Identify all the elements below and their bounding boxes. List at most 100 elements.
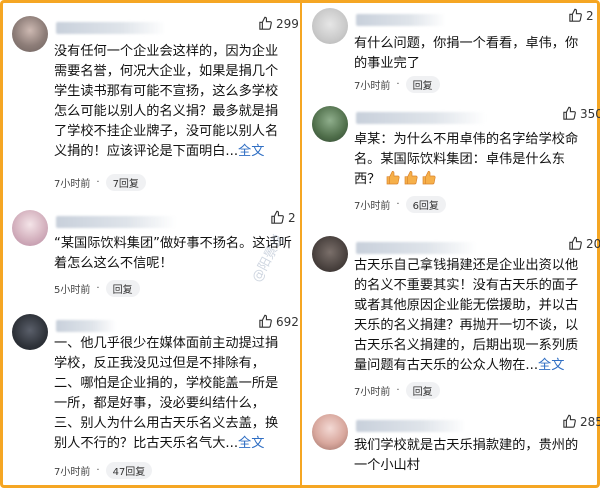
comment-card-1: 299 没有任何一个企业会这样的，因为企业 需要名誉，何况大企业，如果是捐几个 … xyxy=(12,16,299,196)
text-line: 量问题有古天乐的公众人物在... xyxy=(354,358,539,373)
username-blurred[interactable] xyxy=(356,420,466,432)
text-line: 别人不行的？比古天乐名气大... xyxy=(54,436,239,451)
like-button[interactable]: 299 xyxy=(258,16,299,31)
text-line: 了学校不挂企业牌子，没可能以别人名 xyxy=(54,124,279,139)
thumbs-up-icon xyxy=(563,414,576,428)
text-line: 一、他几乎很少在媒体面前主动提过捐 xyxy=(54,336,279,351)
text-line: 一所，都是好事，没必要纠结什么， xyxy=(54,396,265,411)
like-count: 350 xyxy=(580,106,600,121)
text-line: 学生读书那有可能不宣扬，这么多学校 xyxy=(54,84,279,99)
timestamp: 5小时前 xyxy=(54,285,91,296)
avatar[interactable] xyxy=(12,16,48,52)
thumbs-up-emoji-icon xyxy=(422,170,436,185)
full-text-link[interactable]: 全文 xyxy=(238,144,264,159)
comment-text: 卓某：为什么不用卓伟的名字给学校命 名。某国际饮料集团：卓伟是什么东 西？ xyxy=(354,130,592,190)
like-button[interactable]: 350 xyxy=(562,106,600,121)
like-count: 692 xyxy=(276,314,299,329)
avatar[interactable] xyxy=(312,106,348,142)
thumbs-up-icon xyxy=(569,8,582,22)
avatar[interactable] xyxy=(312,414,348,450)
meta-dot: · xyxy=(396,385,400,396)
comment-meta: 7小时前 · 47回复 xyxy=(54,462,153,479)
text-line: 天乐的名义捐建？再抛开一切不谈，以 xyxy=(354,318,579,333)
comment-text: 有什么问题，你捐一个看看，卓伟，你 的事业完了 xyxy=(354,34,592,74)
text-line: 有什么问题，你捐一个看看，卓伟，你 xyxy=(354,36,579,51)
username-blurred[interactable] xyxy=(56,320,116,332)
reply-button[interactable]: 回复 xyxy=(405,76,440,93)
comment-card-4: 2 有什么问题，你捐一个看看，卓伟，你 的事业完了 7小时前 · 回复 xyxy=(312,8,594,96)
comment-text: 古天乐自己拿钱捐建还是企业出资以他 的名义不重要其实！没有古天乐的面子 或者其他… xyxy=(354,256,592,376)
thumbs-up-icon xyxy=(271,210,284,224)
text-line: 义捐的！应该评论是下面明白... xyxy=(54,144,239,159)
username-blurred[interactable] xyxy=(356,112,486,124)
text-line: 名。某国际饮料集团：卓伟是什么东 xyxy=(354,152,565,167)
like-button[interactable]: 2 xyxy=(270,210,296,225)
comment-meta: 7小时前 · 6回复 xyxy=(354,196,446,213)
comment-card-3: 692 一、他几乎很少在媒体面前主动提过捐 学校，反正我没见过但是不排除有， 二… xyxy=(12,314,299,480)
comment-card-5: 350 卓某：为什么不用卓伟的名字给学校命 名。某国际饮料集团：卓伟是什么东 西… xyxy=(312,106,600,214)
text-line: 古天乐自己拿钱捐建还是企业出资以他 xyxy=(354,258,579,273)
comment-card-2: 2 “某国际饮料集团”做好事不扬名。这话听 着怎么这么不信呢！ 5小时前 · 回… xyxy=(12,210,296,297)
reply-button[interactable]: 回复 xyxy=(105,280,140,297)
text-line: 没有任何一个企业会这样的，因为企业 xyxy=(54,44,279,59)
timestamp: 7小时前 xyxy=(54,179,91,190)
username-blurred[interactable] xyxy=(356,14,446,26)
text-line: 的名义不重要其实！没有古天乐的面子 xyxy=(354,278,579,293)
username-blurred[interactable] xyxy=(56,216,176,228)
text-line: 二、哪怕是企业捐的，学校能盖一所是 xyxy=(54,376,279,391)
comment-text: 我们学校就是古天乐捐款建的，贵州的 一个小山村 xyxy=(354,436,592,476)
comment-text: 没有任何一个企业会这样的，因为企业 需要名誉，何况大企业，如果是捐几个 学生读书… xyxy=(54,42,296,162)
text-line: 怎么可能以别人的名义捐？最多就是捐 xyxy=(54,104,279,119)
comment-meta: 5小时前 · 回复 xyxy=(54,280,140,297)
meta-dot: · xyxy=(96,465,100,476)
thumbs-up-icon xyxy=(259,314,272,328)
comment-card-7: 285 我们学校就是古天乐捐款建的，贵州的 一个小山村 xyxy=(312,414,600,482)
like-count: 2 xyxy=(586,8,594,23)
text-line: 一个小山村 xyxy=(354,458,420,473)
comment-meta: 7小时前 · 7回复 xyxy=(54,174,146,191)
username-blurred[interactable] xyxy=(356,242,476,254)
avatar[interactable] xyxy=(12,210,48,246)
like-count: 285 xyxy=(580,414,600,429)
avatar[interactable] xyxy=(312,8,348,44)
like-button[interactable]: 692 xyxy=(258,314,299,329)
like-count: 299 xyxy=(276,16,299,31)
text-line: 古天乐名义捐建的，后期出现一系列质 xyxy=(354,338,579,353)
thumbs-up-emoji-icon xyxy=(386,170,400,185)
meta-dot: · xyxy=(396,79,400,90)
timestamp: 7小时前 xyxy=(354,387,391,398)
reply-button[interactable]: 7回复 xyxy=(105,174,146,191)
thumbs-up-icon xyxy=(563,106,576,120)
full-text-link[interactable]: 全文 xyxy=(538,358,564,373)
thumbs-up-icon xyxy=(259,16,272,30)
meta-dot: · xyxy=(96,177,100,188)
meta-dot: · xyxy=(396,199,400,210)
text-line: 需要名誉，何况大企业，如果是捐几个 xyxy=(54,64,279,79)
comment-meta: 7小时前 · 回复 xyxy=(354,76,440,93)
comment-text: 一、他几乎很少在媒体面前主动提过捐 学校，反正我没见过但是不排除有， 二、哪怕是… xyxy=(54,334,296,454)
reply-button[interactable]: 6回复 xyxy=(405,196,446,213)
text-line: 的事业完了 xyxy=(354,56,420,71)
thumbs-up-emoji-icon xyxy=(404,170,418,185)
full-text-link[interactable]: 全文 xyxy=(238,436,264,451)
timestamp: 7小时前 xyxy=(354,201,391,212)
reply-button[interactable]: 回复 xyxy=(405,382,440,399)
like-button[interactable]: 285 xyxy=(562,414,600,429)
thumbs-up-icon xyxy=(569,236,582,250)
like-button[interactable]: 2 xyxy=(568,8,594,23)
meta-dot: · xyxy=(96,283,100,294)
text-line: 我们学校就是古天乐捐款建的，贵州的 xyxy=(354,438,579,453)
text-line: 西？ xyxy=(354,172,381,187)
text-line: 三、别人为什么用古天乐名义去盖，换 xyxy=(54,416,279,431)
avatar[interactable] xyxy=(312,236,348,272)
like-count: 2 xyxy=(288,210,296,225)
reply-button[interactable]: 47回复 xyxy=(105,462,153,479)
username-blurred[interactable] xyxy=(56,22,166,34)
panel-divider xyxy=(300,0,302,488)
text-line: 卓某：为什么不用卓伟的名字给学校命 xyxy=(354,132,579,147)
comment-meta: 7小时前 · 回复 xyxy=(354,382,440,399)
like-count: 20 xyxy=(586,236,600,251)
timestamp: 7小时前 xyxy=(54,467,91,478)
avatar[interactable] xyxy=(12,314,48,350)
like-button[interactable]: 20 xyxy=(568,236,600,251)
